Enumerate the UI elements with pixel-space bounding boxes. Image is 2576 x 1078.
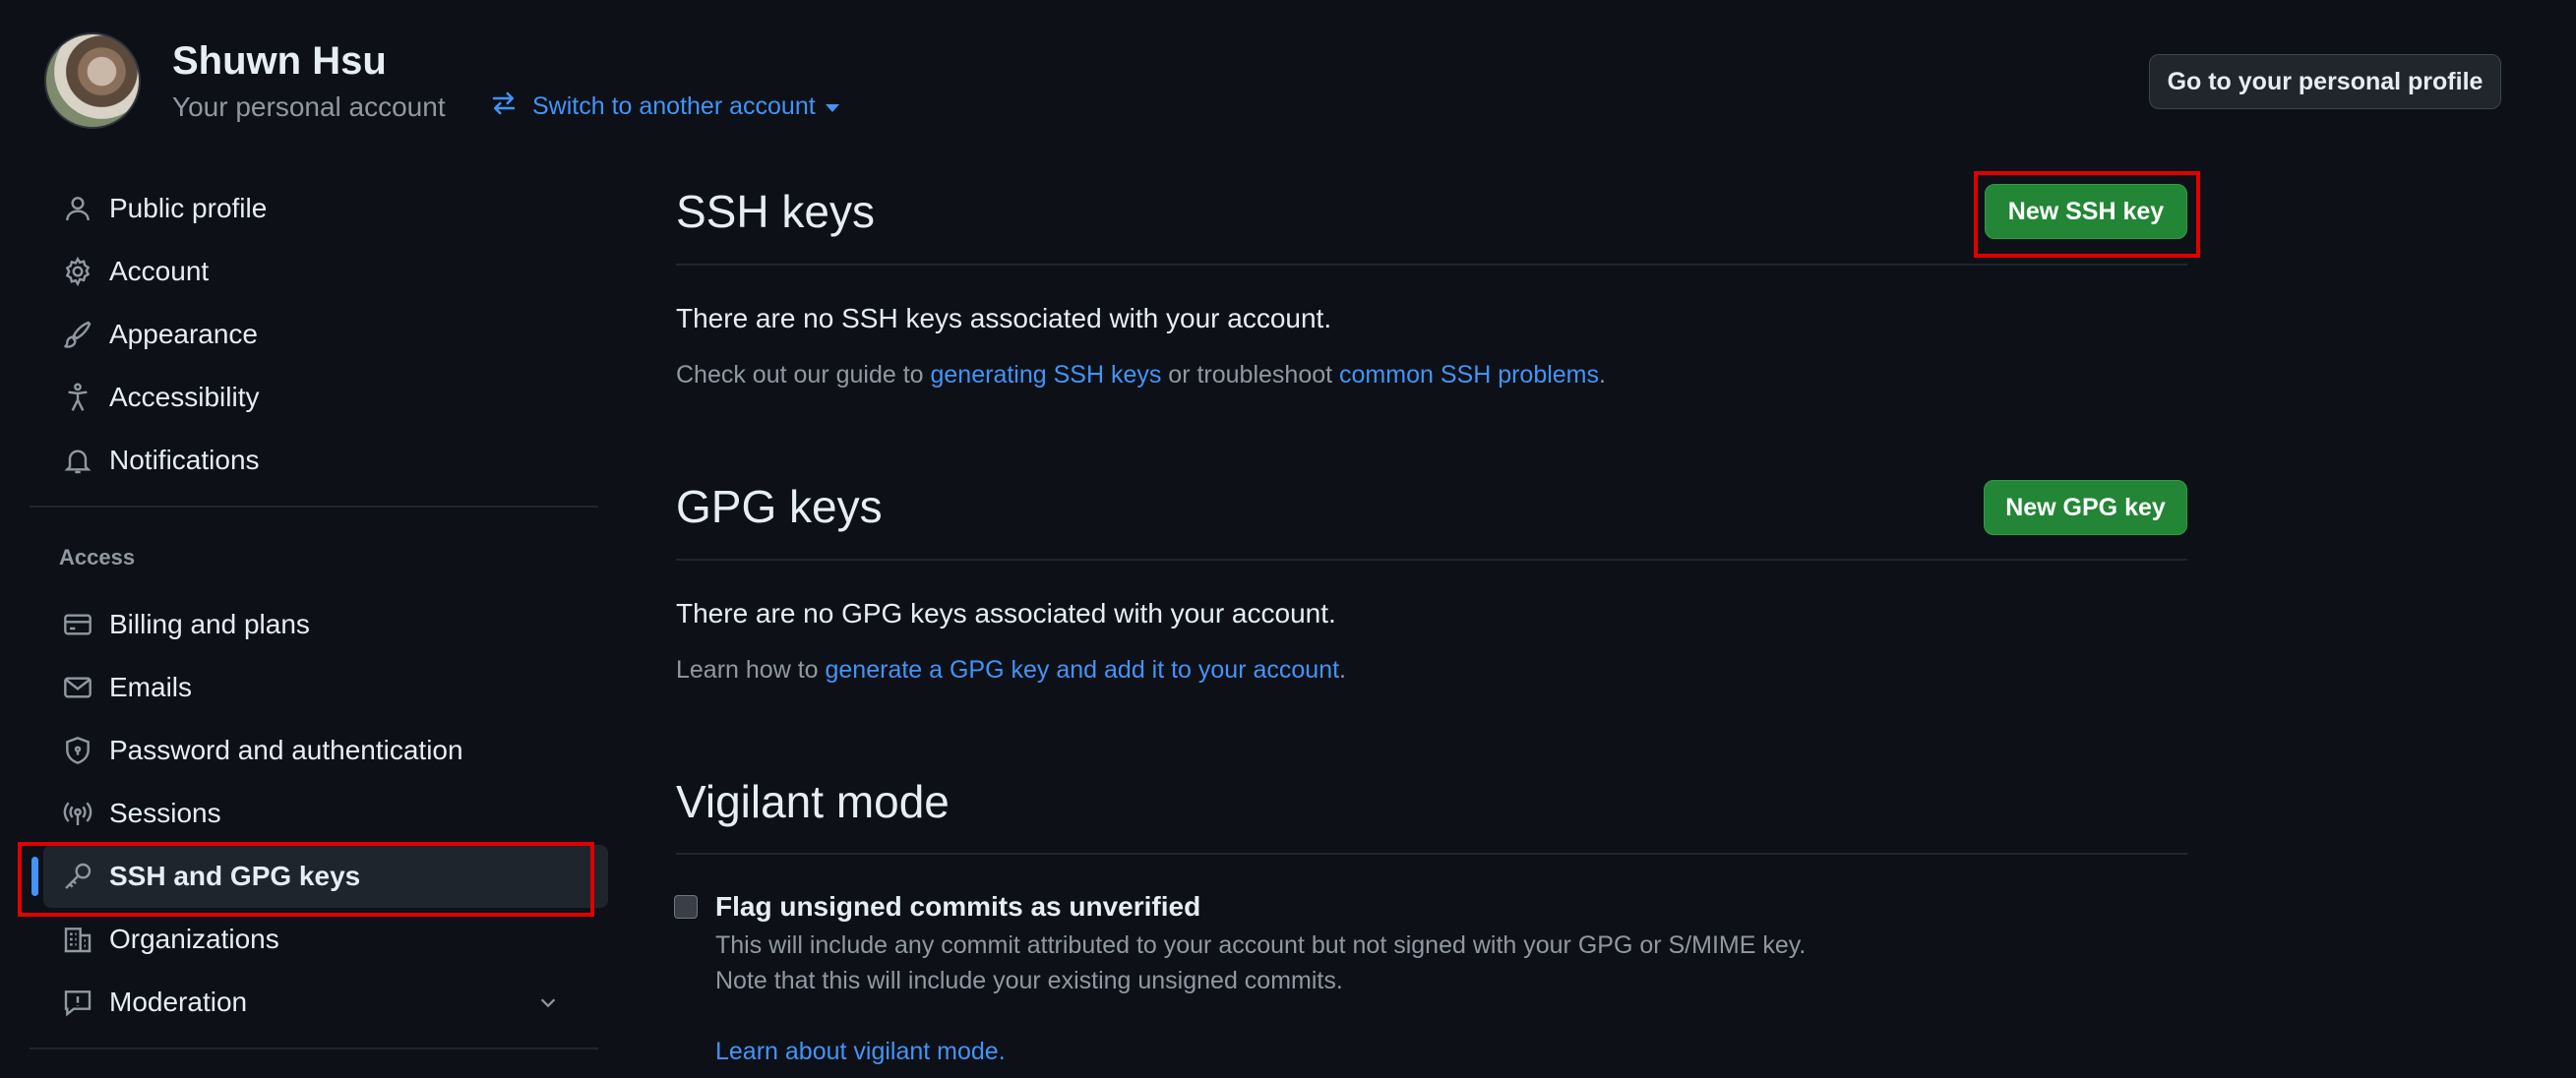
learn-vigilant-mode-link[interactable]: Learn about vigilant mode. (715, 1038, 1006, 1066)
sidebar-item-organizations[interactable]: Organizations (30, 908, 598, 971)
sidebar-divider (30, 1048, 598, 1049)
sidebar-item-password[interactable]: Password and authentication (30, 719, 598, 782)
sidebar-item-label: Public profile (109, 193, 268, 223)
go-to-profile-button[interactable]: Go to your personal profile (2149, 54, 2501, 109)
ssh-guide-mid: or troubleshoot (1161, 361, 1340, 389)
new-gpg-key-button[interactable]: New GPG key (1984, 480, 2187, 535)
mail-icon (61, 671, 94, 704)
switch-account-label: Switch to another account (532, 92, 816, 120)
arrow-switch-icon (489, 89, 519, 125)
sidebar-item-label: Sessions (109, 798, 221, 828)
credit-card-icon (61, 608, 94, 641)
account-type-label: Your personal account (172, 91, 446, 122)
vigilant-mode-title: Vigilant mode (676, 776, 950, 827)
gpg-empty-message: There are no GPG keys associated with yo… (676, 598, 1336, 629)
sidebar-item-emails[interactable]: Emails (30, 656, 598, 719)
generating-ssh-keys-link[interactable]: generating SSH keys (931, 361, 1162, 389)
ssh-guide-prefix: Check out our guide to (676, 361, 931, 389)
sidebar-item-label: Emails (109, 672, 193, 702)
paintbrush-icon (61, 318, 94, 351)
highlight-box-ssh-button (1974, 171, 2200, 258)
sidebar-item-label: Notifications (109, 445, 260, 475)
gpg-learn-suffix: . (1339, 656, 1346, 684)
sidebar-group-access: Access (59, 545, 136, 569)
vigilant-description-line1: This will include any commit attributed … (715, 931, 1807, 959)
flag-unsigned-commits-checkbox[interactable] (674, 895, 698, 919)
bell-icon (61, 444, 94, 477)
sidebar-item-label: Account (109, 256, 210, 286)
accessibility-icon (61, 381, 94, 414)
chevron-down-icon[interactable] (537, 991, 559, 1013)
sidebar-divider (30, 506, 598, 508)
sidebar-item-account[interactable]: Account (30, 240, 598, 303)
highlight-box-sidebar (18, 842, 594, 917)
section-divider (676, 559, 2187, 561)
sidebar-item-public-profile[interactable]: Public profile (30, 177, 598, 240)
caret-down-icon (825, 104, 839, 112)
sidebar-item-label: Accessibility (109, 382, 260, 412)
sidebar-item-appearance[interactable]: Appearance (30, 303, 598, 366)
switch-account-button[interactable]: Switch to another account (489, 89, 839, 125)
ssh-guide-suffix: . (1599, 361, 1606, 389)
sidebar-item-label: Password and authentication (109, 735, 463, 765)
ssh-guide-text: Check out our guide to generating SSH ke… (676, 361, 1606, 389)
shield-icon (61, 734, 94, 767)
broadcast-icon (61, 797, 94, 830)
generate-gpg-key-link[interactable]: generate a GPG key and add it to your ac… (826, 656, 1340, 684)
sidebar-item-label: Billing and plans (109, 609, 310, 639)
sidebar-item-accessibility[interactable]: Accessibility (30, 366, 598, 429)
sidebar-item-sessions[interactable]: Sessions (30, 782, 598, 845)
section-divider (676, 264, 2187, 266)
gear-icon (61, 255, 94, 288)
section-divider (676, 853, 2187, 855)
sidebar-item-notifications[interactable]: Notifications (30, 429, 598, 492)
sidebar-item-billing[interactable]: Billing and plans (30, 593, 598, 656)
report-icon (61, 986, 94, 1019)
ssh-keys-title: SSH keys (676, 186, 875, 237)
sidebar-item-label: Moderation (109, 987, 248, 1017)
gpg-keys-title: GPG keys (676, 481, 883, 532)
flag-unsigned-commits-label[interactable]: Flag unsigned commits as unverified (715, 891, 1200, 923)
sidebar-item-moderation[interactable]: Moderation (30, 971, 598, 1034)
gpg-learn-prefix: Learn how to (676, 656, 826, 684)
common-ssh-problems-link[interactable]: common SSH problems (1339, 361, 1599, 389)
user-name: Shuwn Hsu (172, 39, 387, 83)
avatar[interactable] (44, 32, 141, 129)
gpg-learn-text: Learn how to generate a GPG key and add … (676, 656, 1346, 685)
ssh-empty-message: There are no SSH keys associated with yo… (676, 303, 1332, 333)
person-icon (61, 192, 94, 225)
organization-icon (61, 923, 94, 956)
settings-header: Shuwn Hsu Your personal account Switch t… (0, 0, 2576, 148)
sidebar-item-label: Organizations (109, 924, 279, 954)
vigilant-description-line2: Note that this will include your existin… (715, 967, 1343, 994)
sidebar-item-label: Appearance (109, 319, 259, 349)
